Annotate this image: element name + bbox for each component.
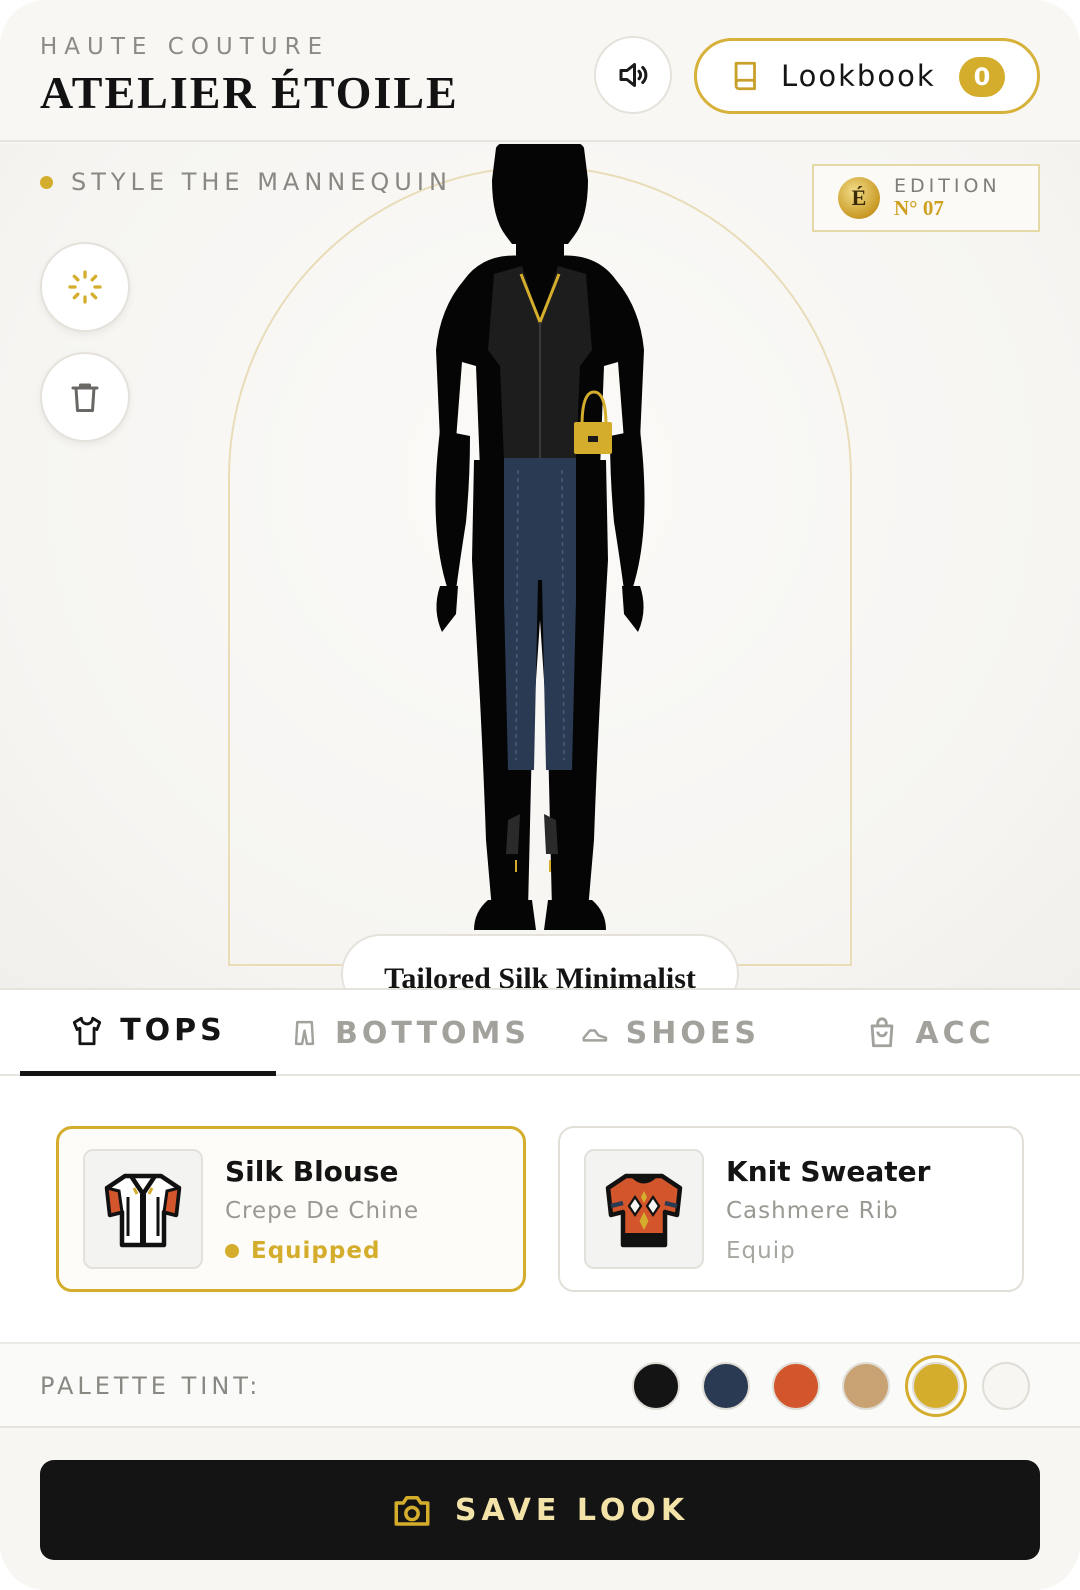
item-equip-action[interactable]: Equip (726, 1238, 930, 1264)
item-status: Equipped (225, 1238, 419, 1264)
edition-number: N° 07 (894, 196, 944, 220)
mannequin-figure (435, 144, 645, 930)
sweater-icon (605, 1173, 683, 1248)
brand-subtitle: HAUTE COUTURE (40, 34, 330, 60)
sparkle-icon (68, 270, 102, 304)
lookbook-button[interactable]: Lookbook 0 (694, 38, 1040, 114)
mannequin-stage: STYLE THE MANNEQUIN É EDITION N° 07 Tail… (0, 144, 1080, 988)
stage-label: STYLE THE MANNEQUIN (40, 168, 452, 196)
clear-outfit-button[interactable] (40, 352, 130, 442)
item-card-knit-sweater[interactable]: Knit Sweater Cashmere Rib Equip (558, 1126, 1024, 1292)
color-swatch[interactable] (772, 1362, 820, 1410)
lookbook-count-badge: 0 (959, 57, 1005, 97)
save-look-button[interactable]: SAVE LOOK (40, 1460, 1040, 1560)
pants-icon (294, 1020, 315, 1046)
speaker-icon (619, 63, 648, 87)
mannequin-right-arm (610, 430, 645, 590)
edition-word: EDITION (894, 175, 1001, 197)
tab-acc[interactable]: ACC (860, 990, 1000, 1076)
sound-toggle-button[interactable] (594, 36, 672, 114)
color-swatch[interactable] (842, 1362, 890, 1410)
item-grid: Silk Blouse Crepe De Chine Equipped Knit… (0, 1076, 1080, 1344)
randomize-button[interactable] (40, 242, 130, 332)
bag-icon (871, 1017, 894, 1048)
color-swatch[interactable] (702, 1362, 750, 1410)
color-swatch[interactable] (912, 1362, 960, 1410)
item-thumbnail (83, 1149, 203, 1269)
save-look-label: SAVE LOOK (454, 1492, 690, 1528)
save-area: SAVE LOOK (0, 1428, 1080, 1590)
category-tabs: TOPS BOTTOMS SHOES ACC (0, 988, 1080, 1076)
stage-label-text: STYLE THE MANNEQUIN (71, 168, 452, 196)
brand-title: ATELIER ÉTOILE (40, 67, 459, 118)
app-window: HAUTE COUTURE ATELIER ÉTOILE Lookbook 0 … (0, 0, 1080, 1590)
mannequin-head (492, 144, 588, 244)
item-fabric: Cashmere Rib (726, 1197, 899, 1224)
color-swatch[interactable] (632, 1362, 680, 1410)
item-thumbnail (584, 1149, 704, 1269)
shirt-icon (73, 1016, 102, 1045)
palette-bar: PALETTE TINT: (0, 1344, 1080, 1428)
tab-label: ACC (915, 1015, 995, 1051)
camera-icon (394, 1496, 430, 1526)
look-name-label: Tailored Silk Minimalist (341, 934, 739, 988)
item-name: Knit Sweater (726, 1154, 931, 1188)
color-swatch[interactable] (982, 1362, 1030, 1410)
gold-dot-icon (40, 175, 53, 189)
item-card-silk-blouse[interactable]: Silk Blouse Crepe De Chine Equipped (56, 1126, 526, 1292)
book-icon (734, 61, 756, 91)
item-name: Silk Blouse (225, 1154, 399, 1188)
shoe-icon (582, 1029, 608, 1042)
tab-tops[interactable]: TOPS (20, 990, 276, 1076)
palette-label: PALETTE TINT: (40, 1372, 262, 1400)
tab-label: TOPS (120, 1013, 226, 1048)
item-status-text: Equipped (251, 1237, 381, 1264)
mannequin-left-arm (435, 430, 470, 590)
lookbook-label: Lookbook (781, 59, 936, 93)
blouse-icon (104, 1173, 182, 1248)
item-status-text: Equip (726, 1237, 796, 1264)
tab-label: SHOES (625, 1015, 760, 1051)
tab-label: BOTTOMS (335, 1015, 530, 1051)
equipped-dot-icon (225, 1243, 239, 1258)
edition-badge: É EDITION N° 07 (812, 164, 1040, 232)
item-fabric: Crepe De Chine (225, 1197, 420, 1224)
edition-seal: É (838, 177, 880, 219)
header: HAUTE COUTURE ATELIER ÉTOILE Lookbook 0 (0, 0, 1080, 142)
tab-shoes[interactable]: SHOES (580, 990, 760, 1076)
trash-icon (71, 383, 99, 412)
tab-bottoms[interactable]: BOTTOMS (290, 990, 530, 1076)
